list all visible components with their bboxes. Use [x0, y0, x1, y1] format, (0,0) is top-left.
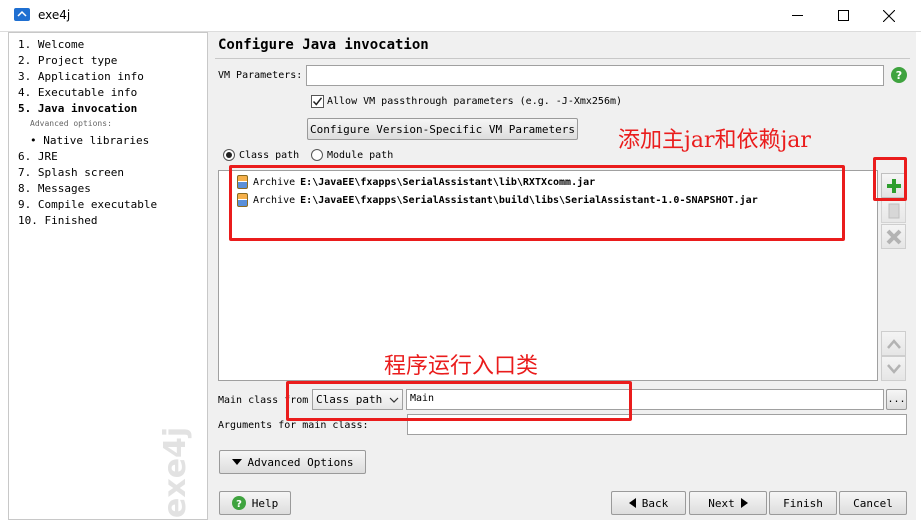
- triangle-left-icon: [628, 498, 636, 508]
- help-button[interactable]: ? Help: [219, 491, 291, 515]
- chevron-up-icon: [886, 338, 901, 349]
- move-up-button[interactable]: [881, 331, 906, 356]
- vm-parameters-input[interactable]: [306, 65, 884, 86]
- advanced-options-label: Advanced Options: [247, 455, 354, 469]
- module-path-radio-label: Module path: [327, 150, 394, 161]
- classpath-annotation-box: [229, 165, 845, 241]
- triangle-right-icon: [740, 498, 748, 508]
- maximize-button[interactable]: [820, 0, 866, 31]
- class-path-radio-label: Class path: [239, 150, 300, 161]
- app-icon: [14, 8, 30, 21]
- vm-parameters-label: VM Parameters:: [218, 70, 303, 81]
- back-button-label: Back: [641, 496, 669, 510]
- next-button[interactable]: Next: [689, 491, 767, 515]
- edit-document-icon: [888, 203, 899, 218]
- move-down-button[interactable]: [881, 356, 906, 381]
- svg-text:?: ?: [236, 499, 242, 510]
- arguments-label: Arguments for main class:: [218, 420, 369, 431]
- entry-class-annotation-text: 程序运行入口类: [384, 354, 539, 379]
- svg-text:exe4j: exe4j: [158, 427, 193, 518]
- checkmark-icon: [312, 97, 323, 106]
- step-executable-info[interactable]: 4. Executable info: [18, 86, 137, 99]
- title-divider: [215, 58, 910, 59]
- main-class-annotation-box: [286, 381, 632, 421]
- edit-entry-button[interactable]: [881, 198, 906, 223]
- step-finished[interactable]: 10. Finished: [18, 214, 97, 227]
- step-application-info[interactable]: 3. Application info: [18, 70, 144, 83]
- step-messages[interactable]: 8. Messages: [18, 182, 91, 195]
- add-jar-annotation-text: 添加主jar和依赖jar: [618, 128, 811, 153]
- delete-x-icon: [886, 229, 901, 244]
- back-button[interactable]: Back: [611, 491, 686, 515]
- step-splash-screen[interactable]: 7. Splash screen: [18, 166, 124, 179]
- next-button-label: Next: [708, 496, 735, 510]
- advanced-options-heading: Advanced options:: [30, 119, 112, 128]
- finish-button[interactable]: Finish: [769, 491, 837, 515]
- minimize-button[interactable]: [774, 0, 820, 31]
- cancel-button[interactable]: Cancel: [839, 491, 907, 515]
- exe4j-watermark-logo: exe4j: [158, 427, 193, 518]
- advanced-options-button[interactable]: Advanced Options: [219, 450, 366, 474]
- help-circle-icon: ?: [231, 496, 246, 510]
- chevron-down-icon: [886, 363, 901, 374]
- browse-main-class-button[interactable]: ...: [886, 389, 907, 410]
- add-button-annotation-box: [873, 157, 907, 201]
- module-path-radio[interactable]: [311, 149, 323, 161]
- step-welcome[interactable]: 1. Welcome: [18, 38, 84, 51]
- help-button-label: Help: [251, 496, 279, 510]
- step-compile-executable[interactable]: 9. Compile executable: [18, 198, 157, 211]
- help-icon[interactable]: ?: [891, 67, 907, 83]
- step-native-libraries[interactable]: • Native libraries: [30, 134, 149, 147]
- page-title: Configure Java invocation: [218, 37, 429, 53]
- step-java-invocation[interactable]: 5. Java invocation: [18, 102, 137, 115]
- step-jre[interactable]: 6. JRE: [18, 150, 58, 163]
- class-path-radio[interactable]: [223, 149, 235, 161]
- triangle-down-icon: [231, 459, 242, 465]
- remove-entry-button[interactable]: [881, 224, 906, 249]
- step-project-type[interactable]: 2. Project type: [18, 54, 117, 67]
- configure-version-specific-vm-button[interactable]: Configure Version-Specific VM Parameters: [307, 118, 578, 140]
- window-title: exe4j: [38, 8, 71, 22]
- close-button[interactable]: [866, 0, 912, 31]
- vm-passthrough-label: Allow VM passthrough parameters (e.g. -J…: [327, 96, 623, 107]
- vm-passthrough-checkbox[interactable]: [311, 95, 324, 108]
